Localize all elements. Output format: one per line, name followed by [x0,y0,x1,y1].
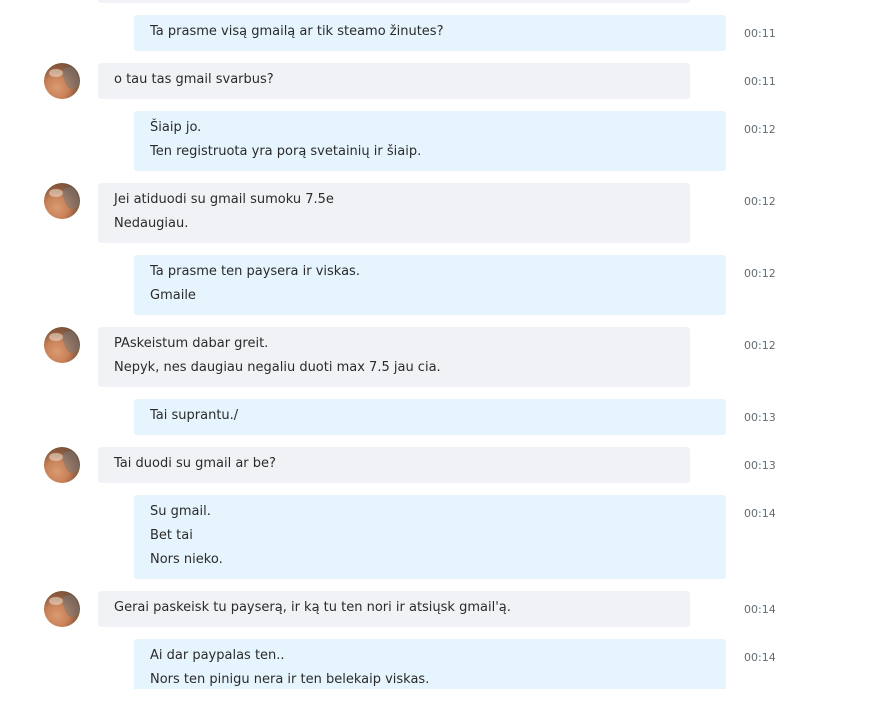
message-timestamp: 00:13 [744,459,776,472]
message-text: Nepyk, nes daugiau negaliu duoti max 7.5… [114,360,441,375]
message-text: Nedaugiau. [114,216,189,231]
contact-avatar[interactable] [44,63,80,99]
message-bubble-incoming[interactable]: Jei atiduodi su gmail sumoku 7.5e Nedaug… [98,183,690,243]
message-text: Ta prasme visą gmailą ar tik steamo žinu… [150,24,444,39]
message-text: o tau tas gmail svarbus? [114,72,274,87]
message-timestamp: 00:11 [744,27,776,40]
message-bubble-outgoing[interactable]: Ta prasme visą gmailą ar tik steamo žinu… [134,15,726,51]
message-text: Nors nieko. [150,552,223,567]
message-timestamp: 00:12 [744,267,776,280]
message-bubble-outgoing[interactable]: Su gmail. Bet tai Nors nieko. [134,495,726,579]
message-bubble-outgoing[interactable]: Ai dar paypalas ten.. Nors ten pinigu ne… [134,639,726,689]
message-timestamp: 00:12 [744,123,776,136]
message-bubble-incoming[interactable]: o tau tas gmail svarbus? [98,63,690,99]
previous-message-partial [98,0,690,3]
message-text: Nors ten pinigu nera ir ten belekaip vis… [150,672,430,687]
message-text: Jei atiduodi su gmail sumoku 7.5e [114,192,334,207]
message-text: Ai dar paypalas ten.. [150,648,285,663]
message-text: Šiaip jo. [150,120,202,135]
message-text: Tai suprantu./ [150,408,239,423]
message-timestamp: 00:13 [744,411,776,424]
message-text: Gerai paskeisk tu payserą, ir ką tu ten … [114,600,511,615]
chat-history[interactable]: Ta prasme visą gmailą ar tik steamo žinu… [0,0,888,689]
message-timestamp: 00:14 [744,507,776,520]
message-bubble-outgoing[interactable]: Tai suprantu./ [134,399,726,435]
message-text: Ten registruota yra porą svetainių ir ši… [150,144,422,159]
message-text: Gmaile [150,288,196,303]
contact-avatar[interactable] [44,447,80,483]
contact-avatar[interactable] [44,183,80,219]
message-timestamp: 00:14 [744,603,776,616]
message-timestamp: 00:11 [744,75,776,88]
message-timestamp: 00:14 [744,651,776,664]
message-timestamp: 00:12 [744,339,776,352]
message-text: Ta prasme ten paysera ir viskas. [150,264,360,279]
message-text: Bet tai [150,528,193,543]
message-text: Tai duodi su gmail ar be? [114,456,276,471]
contact-avatar[interactable] [44,327,80,363]
message-bubble-incoming[interactable]: Gerai paskeisk tu payserą, ir ką tu ten … [98,591,690,627]
contact-avatar[interactable] [44,591,80,627]
message-bubble-incoming[interactable]: Tai duodi su gmail ar be? [98,447,690,483]
message-bubble-incoming[interactable]: PAskeistum dabar greit. Nepyk, nes daugi… [98,327,690,387]
message-text: PAskeistum dabar greit. [114,336,269,351]
message-bubble-outgoing[interactable]: Šiaip jo. Ten registruota yra porą sveta… [134,111,726,171]
message-timestamp: 00:12 [744,195,776,208]
message-text: Su gmail. [150,504,211,519]
message-bubble-outgoing[interactable]: Ta prasme ten paysera ir viskas. Gmaile [134,255,726,315]
